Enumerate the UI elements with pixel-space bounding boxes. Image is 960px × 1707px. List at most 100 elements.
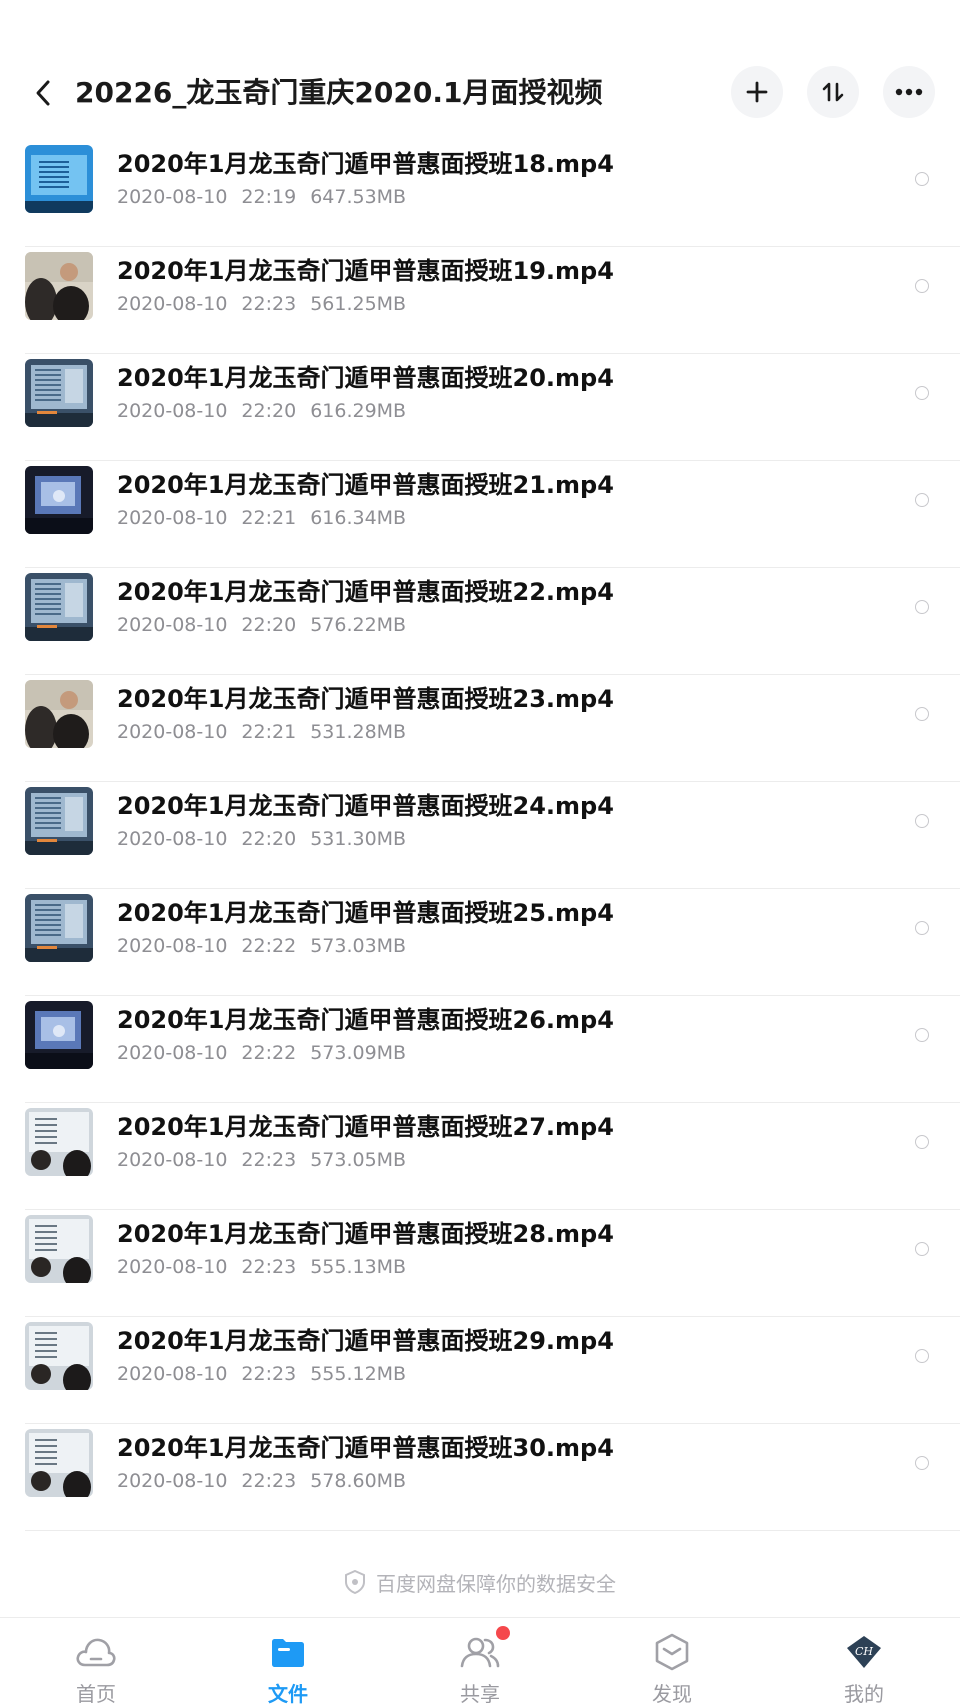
sort-icon: [822, 82, 844, 102]
video-thumbnail: [25, 680, 93, 748]
video-thumbnail: [25, 1215, 93, 1283]
file-date: 2020-08-10: [117, 1149, 228, 1171]
file-time: 22:23: [241, 1363, 297, 1385]
file-row[interactable]: 2020年1月龙玉奇门遁甲普惠面授班27.mp4 2020-08-10 22:23 5…: [0, 1103, 960, 1210]
file-date: 2020-08-10: [117, 1042, 228, 1064]
file-size: 561.25MB: [310, 293, 407, 315]
select-radio[interactable]: [915, 707, 929, 721]
file-time: 22:22: [241, 1042, 297, 1064]
file-meta: 2020-08-10 22:23 555.12MB: [117, 1360, 406, 1388]
file-date: 2020-08-10: [117, 1256, 228, 1278]
select-radio[interactable]: [915, 172, 929, 186]
select-radio[interactable]: [915, 600, 929, 614]
svg-text:CH: CH: [855, 1645, 873, 1658]
nav-files-label: 文件: [268, 1682, 308, 1706]
back-button[interactable]: [20, 70, 66, 116]
file-name: 2020年1月龙玉奇门遁甲普惠面授班30.mp4: [117, 1434, 614, 1462]
video-thumbnail: [25, 145, 93, 213]
select-radio[interactable]: [915, 1456, 929, 1470]
nav-home[interactable]: 首页: [0, 1618, 192, 1707]
file-meta: 2020-08-10 22:20 531.30MB: [117, 825, 406, 853]
file-size: 531.28MB: [310, 721, 407, 743]
file-date: 2020-08-10: [117, 1363, 228, 1385]
select-radio[interactable]: [915, 1242, 929, 1256]
file-row[interactable]: 2020年1月龙玉奇门遁甲普惠面授班24.mp4 2020-08-10 22:20 5…: [0, 782, 960, 889]
file-row[interactable]: 2020年1月龙玉奇门遁甲普惠面授班29.mp4 2020-08-10 22:23 5…: [0, 1317, 960, 1424]
folder-icon: [263, 1632, 313, 1672]
file-meta: 2020-08-10 22:23 578.60MB: [117, 1467, 406, 1495]
avatar-icon: CH: [839, 1632, 889, 1672]
file-date: 2020-08-10: [117, 935, 228, 957]
file-size: 573.09MB: [310, 1042, 407, 1064]
file-row[interactable]: 2020年1月龙玉奇门遁甲普惠面授班19.mp4 2020-08-10 22:23 5…: [0, 247, 960, 354]
file-size: 573.03MB: [310, 935, 407, 957]
select-radio[interactable]: [915, 1349, 929, 1363]
nav-me-label: 我的: [844, 1682, 884, 1706]
video-thumbnail: [25, 1108, 93, 1176]
video-thumbnail: [25, 894, 93, 962]
bottom-nav: 首页 文件 共享 发现 CH 我的: [0, 1617, 960, 1707]
file-row[interactable]: 2020年1月龙玉奇门遁甲普惠面授班18.mp4 2020-08-10 22:19 6…: [0, 140, 960, 247]
file-meta: 2020-08-10 22:20 616.29MB: [117, 397, 406, 425]
file-name: 2020年1月龙玉奇门遁甲普惠面授班27.mp4: [117, 1113, 614, 1141]
file-meta: 2020-08-10 22:22 573.03MB: [117, 932, 406, 960]
file-time: 22:21: [241, 721, 297, 743]
file-name: 2020年1月龙玉奇门遁甲普惠面授班26.mp4: [117, 1006, 614, 1034]
nav-discover-label: 发现: [652, 1682, 692, 1706]
header-bar: 20226_龙玉奇门重庆2020.1月面授视频: [0, 0, 960, 140]
file-row[interactable]: 2020年1月龙玉奇门遁甲普惠面授班28.mp4 2020-08-10 22:23 5…: [0, 1210, 960, 1317]
file-name: 2020年1月龙玉奇门遁甲普惠面授班22.mp4: [117, 578, 614, 606]
file-row[interactable]: 2020年1月龙玉奇门遁甲普惠面授班21.mp4 2020-08-10 22:21 6…: [0, 461, 960, 568]
file-row[interactable]: 2020年1月龙玉奇门遁甲普惠面授班30.mp4 2020-08-10 22:23 5…: [0, 1424, 960, 1531]
select-radio[interactable]: [915, 921, 929, 935]
select-radio[interactable]: [915, 814, 929, 828]
file-time: 22:22: [241, 935, 297, 957]
video-thumbnail: [25, 466, 93, 534]
file-date: 2020-08-10: [117, 186, 228, 208]
video-thumbnail: [25, 1429, 93, 1497]
nav-home-label: 首页: [76, 1682, 116, 1706]
file-row[interactable]: 2020年1月龙玉奇门遁甲普惠面授班26.mp4 2020-08-10 22:22 5…: [0, 996, 960, 1103]
sort-button[interactable]: [807, 66, 859, 118]
nav-share[interactable]: 共享: [384, 1618, 576, 1707]
video-thumbnail: [25, 1001, 93, 1069]
file-date: 2020-08-10: [117, 721, 228, 743]
nav-files[interactable]: 文件: [192, 1618, 384, 1707]
file-row[interactable]: 2020年1月龙玉奇门遁甲普惠面授班25.mp4 2020-08-10 22:22 5…: [0, 889, 960, 996]
file-meta: 2020-08-10 22:19 647.53MB: [117, 183, 406, 211]
file-size: 616.34MB: [310, 507, 407, 529]
file-time: 22:20: [241, 400, 297, 422]
security-notice-text: 百度网盘保障你的数据安全: [376, 1571, 616, 1596]
file-time: 22:23: [241, 1256, 297, 1278]
file-time: 22:23: [241, 1470, 297, 1492]
file-name: 2020年1月龙玉奇门遁甲普惠面授班19.mp4: [117, 257, 614, 285]
cloud-icon: [71, 1632, 121, 1672]
file-row[interactable]: 2020年1月龙玉奇门遁甲普惠面授班22.mp4 2020-08-10 22:20 5…: [0, 568, 960, 675]
file-time: 22:20: [241, 614, 297, 636]
nav-me[interactable]: CH 我的: [768, 1618, 960, 1707]
file-list: 2020年1月龙玉奇门遁甲普惠面授班18.mp4 2020-08-10 22:19 6…: [0, 140, 960, 1531]
notification-badge: [496, 1626, 510, 1640]
select-radio[interactable]: [915, 1028, 929, 1042]
file-time: 22:23: [241, 1149, 297, 1171]
file-meta: 2020-08-10 22:20 576.22MB: [117, 611, 406, 639]
file-size: 555.13MB: [310, 1256, 407, 1278]
file-meta: 2020-08-10 22:21 531.28MB: [117, 718, 406, 746]
nav-discover[interactable]: 发现: [576, 1618, 768, 1707]
file-date: 2020-08-10: [117, 293, 228, 315]
add-button[interactable]: [731, 66, 783, 118]
file-row[interactable]: 2020年1月龙玉奇门遁甲普惠面授班23.mp4 2020-08-10 22:21 5…: [0, 675, 960, 782]
select-radio[interactable]: [915, 1135, 929, 1149]
file-name: 2020年1月龙玉奇门遁甲普惠面授班18.mp4: [117, 150, 614, 178]
file-size: 647.53MB: [310, 186, 407, 208]
file-size: 531.30MB: [310, 828, 407, 850]
file-name: 2020年1月龙玉奇门遁甲普惠面授班29.mp4: [117, 1327, 614, 1355]
video-thumbnail: [25, 1322, 93, 1390]
file-row[interactable]: 2020年1月龙玉奇门遁甲普惠面授班20.mp4 2020-08-10 22:20 6…: [0, 354, 960, 461]
file-list-screen: 20226_龙玉奇门重庆2020.1月面授视频 2020年1月龙玉奇门遁甲普惠面…: [0, 0, 960, 1707]
select-radio[interactable]: [915, 279, 929, 293]
select-radio[interactable]: [915, 493, 929, 507]
select-radio[interactable]: [915, 386, 929, 400]
more-button[interactable]: [883, 66, 935, 118]
file-name: 2020年1月龙玉奇门遁甲普惠面授班20.mp4: [117, 364, 614, 392]
